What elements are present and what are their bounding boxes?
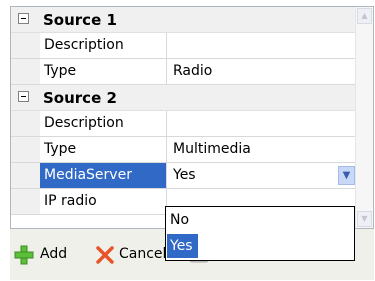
cancel-label: Cancel: [119, 246, 167, 262]
row-gutter: [11, 33, 40, 58]
property-row-description[interactable]: Description: [11, 33, 356, 59]
dropdown-option-no[interactable]: No: [167, 208, 353, 232]
chevron-down-icon[interactable]: ▼: [338, 166, 355, 185]
property-value[interactable]: Radio: [168, 59, 356, 84]
mediaserver-dropdown-list[interactable]: No Yes: [165, 206, 355, 261]
property-value[interactable]: Multimedia: [168, 137, 356, 162]
property-name[interactable]: Type: [40, 59, 167, 84]
category-title: Source 2: [43, 89, 117, 107]
row-gutter: [11, 111, 40, 136]
cross-icon: [96, 246, 114, 264]
property-row-type[interactable]: Type Radio: [11, 59, 356, 85]
property-name[interactable]: Type: [40, 137, 167, 162]
category-title: Source 1: [43, 11, 117, 29]
property-grid[interactable]: Source 1 Description Type Radio Source 2…: [10, 6, 374, 229]
category-source-1[interactable]: Source 1: [11, 7, 356, 33]
plus-icon: [14, 245, 34, 265]
collapse-icon[interactable]: [18, 13, 29, 24]
row-gutter: [11, 59, 40, 84]
add-label: Add: [40, 246, 68, 262]
vertical-scrollbar[interactable]: ▲ ▼: [355, 7, 373, 228]
collapse-icon[interactable]: [18, 91, 29, 102]
row-gutter: [11, 189, 40, 214]
property-name[interactable]: Description: [40, 33, 167, 58]
category-source-2[interactable]: Source 2: [11, 85, 356, 111]
property-name[interactable]: IP radio: [40, 189, 167, 214]
property-name-selected[interactable]: MediaServer: [40, 163, 167, 188]
row-gutter: [11, 137, 40, 162]
mediaserver-combo[interactable]: Yes ▼: [168, 163, 356, 188]
property-row-description[interactable]: Description: [11, 111, 356, 137]
property-row-mediaserver[interactable]: MediaServer Yes ▼: [11, 163, 356, 189]
scroll-down-icon[interactable]: ▼: [357, 211, 372, 227]
property-value[interactable]: [168, 111, 356, 136]
property-row-type[interactable]: Type Multimedia: [11, 137, 356, 163]
property-name[interactable]: Description: [40, 111, 167, 136]
combo-value: Yes: [173, 167, 196, 183]
add-button[interactable]: Add: [10, 229, 70, 280]
dropdown-option-yes[interactable]: Yes: [167, 234, 198, 258]
scroll-up-icon[interactable]: ▲: [357, 8, 372, 24]
row-gutter: [11, 163, 40, 188]
property-value[interactable]: [168, 33, 356, 58]
